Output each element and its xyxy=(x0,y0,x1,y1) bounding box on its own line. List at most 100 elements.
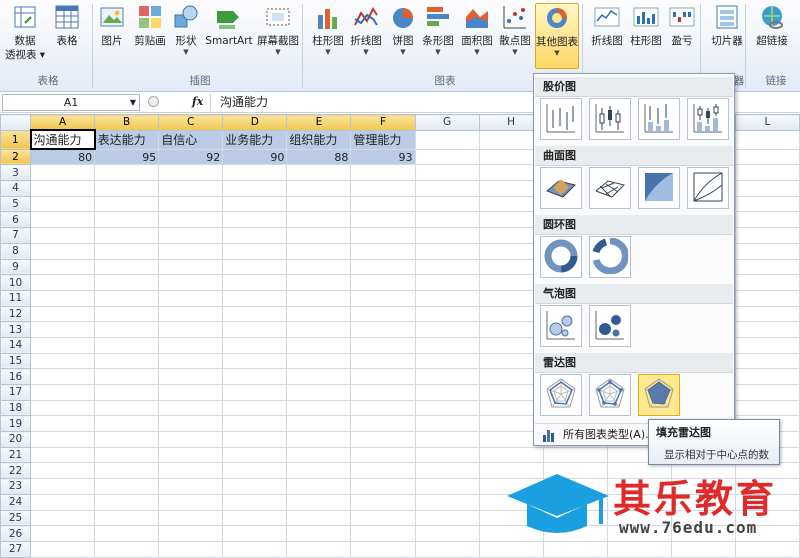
cell-c18[interactable] xyxy=(158,399,224,417)
row-header-27[interactable]: 27 xyxy=(0,540,32,558)
surface-chart-option-4[interactable] xyxy=(687,167,729,209)
cell-c21[interactable] xyxy=(158,446,224,464)
column-header-l[interactable]: L xyxy=(734,114,800,131)
cell-d15[interactable] xyxy=(222,352,288,370)
cell-b13[interactable] xyxy=(94,321,160,338)
cell-f5[interactable] xyxy=(350,195,416,213)
cell-g5[interactable] xyxy=(414,195,480,213)
cell-d12[interactable] xyxy=(222,305,288,323)
cell-l16[interactable] xyxy=(734,368,800,385)
cell-e4[interactable] xyxy=(286,180,352,197)
cell-b12[interactable] xyxy=(94,305,160,323)
ribbon-button-smartart[interactable]: SmartArt xyxy=(205,3,253,69)
cell-b26[interactable] xyxy=(94,525,160,542)
cell-l10[interactable] xyxy=(734,274,800,291)
cell-c6[interactable] xyxy=(158,211,224,229)
cell-d3[interactable] xyxy=(222,164,288,182)
cell-l3[interactable] xyxy=(734,164,800,182)
cell-e15[interactable] xyxy=(286,352,352,370)
cell-b21[interactable] xyxy=(94,446,160,464)
cell-g7[interactable] xyxy=(414,227,480,244)
cell-l27[interactable] xyxy=(734,540,800,558)
cell-e22[interactable] xyxy=(286,462,352,480)
row-header-17[interactable]: 17 xyxy=(0,384,32,401)
cell-d23[interactable] xyxy=(222,478,288,495)
cell-c5[interactable] xyxy=(158,195,224,213)
cell-l13[interactable] xyxy=(734,321,800,338)
cell-c2[interactable]: 92 xyxy=(158,148,224,166)
cell-d7[interactable] xyxy=(222,227,288,244)
ribbon-button-pivot[interactable]: 数据 透视表 ▾ xyxy=(5,3,45,69)
row-header-15[interactable]: 15 xyxy=(0,352,32,370)
radar-chart-option-2[interactable] xyxy=(589,374,631,416)
cell-c11[interactable] xyxy=(158,289,224,307)
cell-a21[interactable] xyxy=(30,446,96,464)
cell-l5[interactable] xyxy=(734,195,800,213)
cell-l11[interactable] xyxy=(734,289,800,307)
cell-f6[interactable] xyxy=(350,211,416,229)
row-header-20[interactable]: 20 xyxy=(0,431,32,448)
cell-c1[interactable]: 自信心 xyxy=(158,129,224,150)
cell-b7[interactable] xyxy=(94,227,160,244)
cell-f12[interactable] xyxy=(350,305,416,323)
column-header-g[interactable]: G xyxy=(414,114,480,131)
cell-g2[interactable] xyxy=(414,148,480,166)
cell-d25[interactable] xyxy=(222,509,288,527)
cell-f24[interactable] xyxy=(350,493,416,511)
row-header-23[interactable]: 23 xyxy=(0,478,32,495)
column-header-c[interactable]: C xyxy=(158,114,224,131)
row-header-22[interactable]: 22 xyxy=(0,462,32,480)
stock-chart-option-3[interactable] xyxy=(638,98,680,140)
cell-d27[interactable] xyxy=(222,540,288,558)
expand-icon[interactable] xyxy=(148,96,159,107)
cell-e18[interactable] xyxy=(286,399,352,417)
cell-e12[interactable] xyxy=(286,305,352,323)
cell-g17[interactable] xyxy=(414,384,480,401)
cell-g21[interactable] xyxy=(414,446,480,464)
cell-g16[interactable] xyxy=(414,368,480,385)
cell-g14[interactable] xyxy=(414,336,480,354)
cell-b25[interactable] xyxy=(94,509,160,527)
cell-b27[interactable] xyxy=(94,540,160,558)
radar-chart-option-1[interactable] xyxy=(540,374,582,416)
column-header-f[interactable]: F xyxy=(350,114,416,131)
cell-c19[interactable] xyxy=(158,415,224,433)
cell-b2[interactable]: 95 xyxy=(94,148,160,166)
doughnut-chart-option-2[interactable] xyxy=(589,236,631,278)
cell-d26[interactable] xyxy=(222,525,288,542)
cell-b23[interactable] xyxy=(94,478,160,495)
cell-g1[interactable] xyxy=(414,129,480,150)
cell-b14[interactable] xyxy=(94,336,160,354)
row-header-24[interactable]: 24 xyxy=(0,493,32,511)
stock-chart-option-2[interactable] xyxy=(589,98,631,140)
cell-d10[interactable] xyxy=(222,274,288,291)
cell-b16[interactable] xyxy=(94,368,160,385)
cell-b11[interactable] xyxy=(94,289,160,307)
cell-d5[interactable] xyxy=(222,195,288,213)
cell-e27[interactable] xyxy=(286,540,352,558)
cell-f23[interactable] xyxy=(350,478,416,495)
cell-d11[interactable] xyxy=(222,289,288,307)
cell-a13[interactable] xyxy=(30,321,96,338)
cell-f19[interactable] xyxy=(350,415,416,433)
cell-g20[interactable] xyxy=(414,431,480,448)
cell-c17[interactable] xyxy=(158,384,224,401)
insert-function-icon[interactable]: fx xyxy=(192,95,203,108)
cell-g6[interactable] xyxy=(414,211,480,229)
cell-g19[interactable] xyxy=(414,415,480,433)
cell-c16[interactable] xyxy=(158,368,224,385)
cell-c15[interactable] xyxy=(158,352,224,370)
cell-c24[interactable] xyxy=(158,493,224,511)
cell-d4[interactable] xyxy=(222,180,288,197)
cell-e2[interactable]: 88 xyxy=(286,148,352,166)
cell-l12[interactable] xyxy=(734,305,800,323)
row-header-10[interactable]: 10 xyxy=(0,274,32,291)
cell-a6[interactable] xyxy=(30,211,96,229)
cell-l14[interactable] xyxy=(734,336,800,354)
name-box[interactable]: A1 ▼ xyxy=(2,94,140,111)
row-header-12[interactable]: 12 xyxy=(0,305,32,323)
cell-a5[interactable] xyxy=(30,195,96,213)
cell-e7[interactable] xyxy=(286,227,352,244)
cell-f27[interactable] xyxy=(350,540,416,558)
column-header-e[interactable]: E xyxy=(286,114,352,131)
